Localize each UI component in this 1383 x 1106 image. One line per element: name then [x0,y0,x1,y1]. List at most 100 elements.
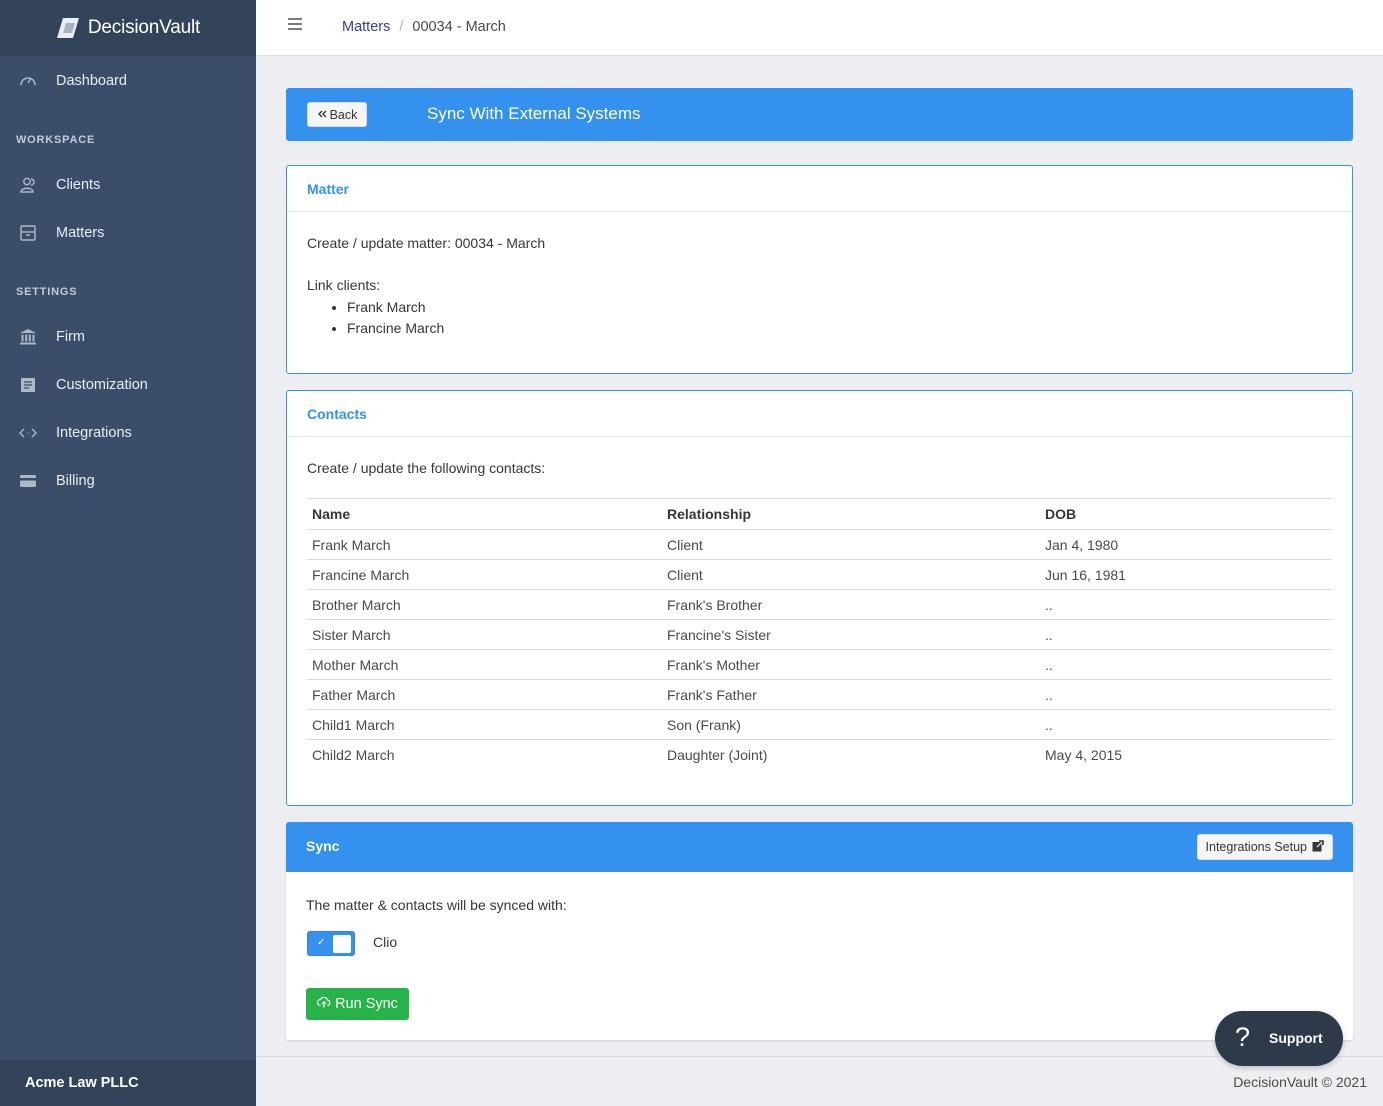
table-row: Sister March Francine's Sister .. [307,619,1332,650]
matter-card: Matter Create / update matter: 00034 - M… [286,165,1353,374]
back-label: Back [329,107,358,122]
menu-icon[interactable] [288,18,302,32]
run-sync-label: Run Sync [335,996,398,1012]
contact-name: Child1 March [307,709,662,740]
firm-name[interactable]: Acme Law PLLC [0,1060,256,1106]
clio-label: Clio [373,934,398,950]
table-row: Francine March Client Jun 16, 1981 [307,559,1332,590]
breadcrumb-current: 00034 - March [412,19,506,35]
contact-relationship: Frank's Father [662,679,1040,710]
page-title: Sync With External Systems [427,104,641,123]
clio-toggle[interactable]: ✓ [307,931,355,956]
sync-intro: The matter & contacts will be synced wit… [306,897,567,913]
external-link-icon [1312,839,1324,855]
setup-label: Integrations Setup [1205,840,1307,854]
contact-dob: .. [1040,619,1332,650]
table-row: Frank March Client Jan 4, 1980 [307,529,1332,560]
contact-dob: .. [1040,709,1332,740]
brand-name: DecisionVault [87,17,201,38]
client-list: Frank March Francine March [347,297,444,339]
cloud-upload-icon [317,995,331,1013]
back-button[interactable]: Back [307,102,367,127]
contact-relationship: Frank's Brother [662,589,1040,620]
copyright: DecisionVault © 2021 [1233,1074,1367,1090]
check-icon: ✓ [317,937,326,948]
sidebar: DecisionVault Dashboard WORKSPACE Client… [0,0,256,1106]
contacts-card-title: Contacts [287,391,1352,437]
breadcrumb-separator: / [399,19,404,35]
sidebar-item-label: Integrations [56,425,132,441]
sidebar-item-firm[interactable]: Firm [0,317,256,357]
sidebar-item-clients[interactable]: Clients [0,165,256,205]
list-item: Francine March [347,318,444,339]
topbar: Matters / 00034 - March [256,0,1383,56]
sync-card-title: Sync [306,838,340,854]
footer-divider [256,1056,1383,1057]
sync-card-header: Sync Integrations Setup [286,822,1353,872]
table-row: Mother March Frank's Mother .. [307,649,1332,680]
sidebar-item-customization[interactable]: Customization [0,365,256,405]
sidebar-item-label: Matters [56,225,105,241]
sidebar-item-label: Clients [56,177,101,193]
table-row: Child2 March Daughter (Joint) May 4, 201… [307,740,1332,770]
contact-dob: Jan 4, 1980 [1040,529,1332,560]
contacts-intro: Create / update the following contacts: [307,460,546,476]
section-workspace: WORKSPACE [16,134,96,146]
matter-card-title: Matter [287,166,1352,212]
gauge-icon [18,71,38,91]
sidebar-item-integrations[interactable]: Integrations [0,413,256,453]
sidebar-item-dashboard[interactable]: Dashboard [0,61,256,101]
sidebar-item-label: Dashboard [56,73,127,89]
integrations-setup-button[interactable]: Integrations Setup [1196,834,1333,860]
contact-dob: May 4, 2015 [1045,746,1123,763]
list-icon [18,375,38,395]
sidebar-item-matters[interactable]: Matters [0,213,256,253]
contact-name: Mother March [307,649,662,680]
list-item: Frank March [347,297,444,318]
contact-name: Child2 March [312,746,395,763]
code-icon [18,423,38,443]
table-row: Father March Frank's Father .. [307,679,1332,710]
contacts-table: Name Relationship DOB Frank March Client… [307,498,1332,770]
contact-relationship: Client [662,559,1040,590]
contact-dob: .. [1040,679,1332,710]
contact-relationship: Frank's Mother [662,649,1040,680]
bank-icon [18,327,38,347]
contact-dob: .. [1040,649,1332,680]
page-header: Back Sync With External Systems [286,88,1353,141]
sidebar-item-label: Billing [56,473,95,489]
table-header-row: Name Relationship DOB [307,498,1332,530]
contact-name: Francine March [307,559,662,590]
breadcrumb-matters-link[interactable]: Matters [342,19,390,35]
toggle-knob [333,935,351,953]
contact-relationship: Son (Frank) [662,709,1040,740]
table-row: Brother March Frank's Brother .. [307,589,1332,620]
contact-name: Sister March [307,619,662,650]
decisionvault-logo-icon [56,15,82,41]
contact-name: Father March [307,679,662,710]
question-icon: ? [1235,1022,1251,1052]
double-chevron-left-icon [317,108,327,122]
contact-name: Frank March [307,529,662,560]
contact-name: Brother March [307,589,662,620]
column-header-dob: DOB [1040,498,1332,530]
sidebar-item-billing[interactable]: Billing [0,461,256,501]
contact-relationship: Francine's Sister [662,619,1040,650]
brand[interactable]: DecisionVault [0,0,256,56]
breadcrumb: Matters / 00034 - March [342,19,506,35]
contact-dob: Jun 16, 1981 [1040,559,1332,590]
users-icon [18,175,38,195]
run-sync-button[interactable]: Run Sync [306,988,409,1020]
support-button[interactable]: ? Support [1215,1011,1343,1066]
archive-icon [18,223,38,243]
section-settings: SETTINGS [16,286,78,298]
contact-dob: .. [1040,589,1332,620]
sidebar-item-label: Firm [56,329,85,345]
sync-card: Sync Integrations Setup The matter & con… [286,822,1353,1040]
link-clients-label: Link clients: [307,277,381,293]
matter-description: Create / update matter: 00034 - March [307,235,546,251]
support-label: Support [1269,1030,1323,1046]
contact-relationship: Daughter (Joint) [667,746,768,763]
contacts-card: Contacts Create / update the following c… [286,390,1353,806]
credit-card-icon [18,471,38,491]
